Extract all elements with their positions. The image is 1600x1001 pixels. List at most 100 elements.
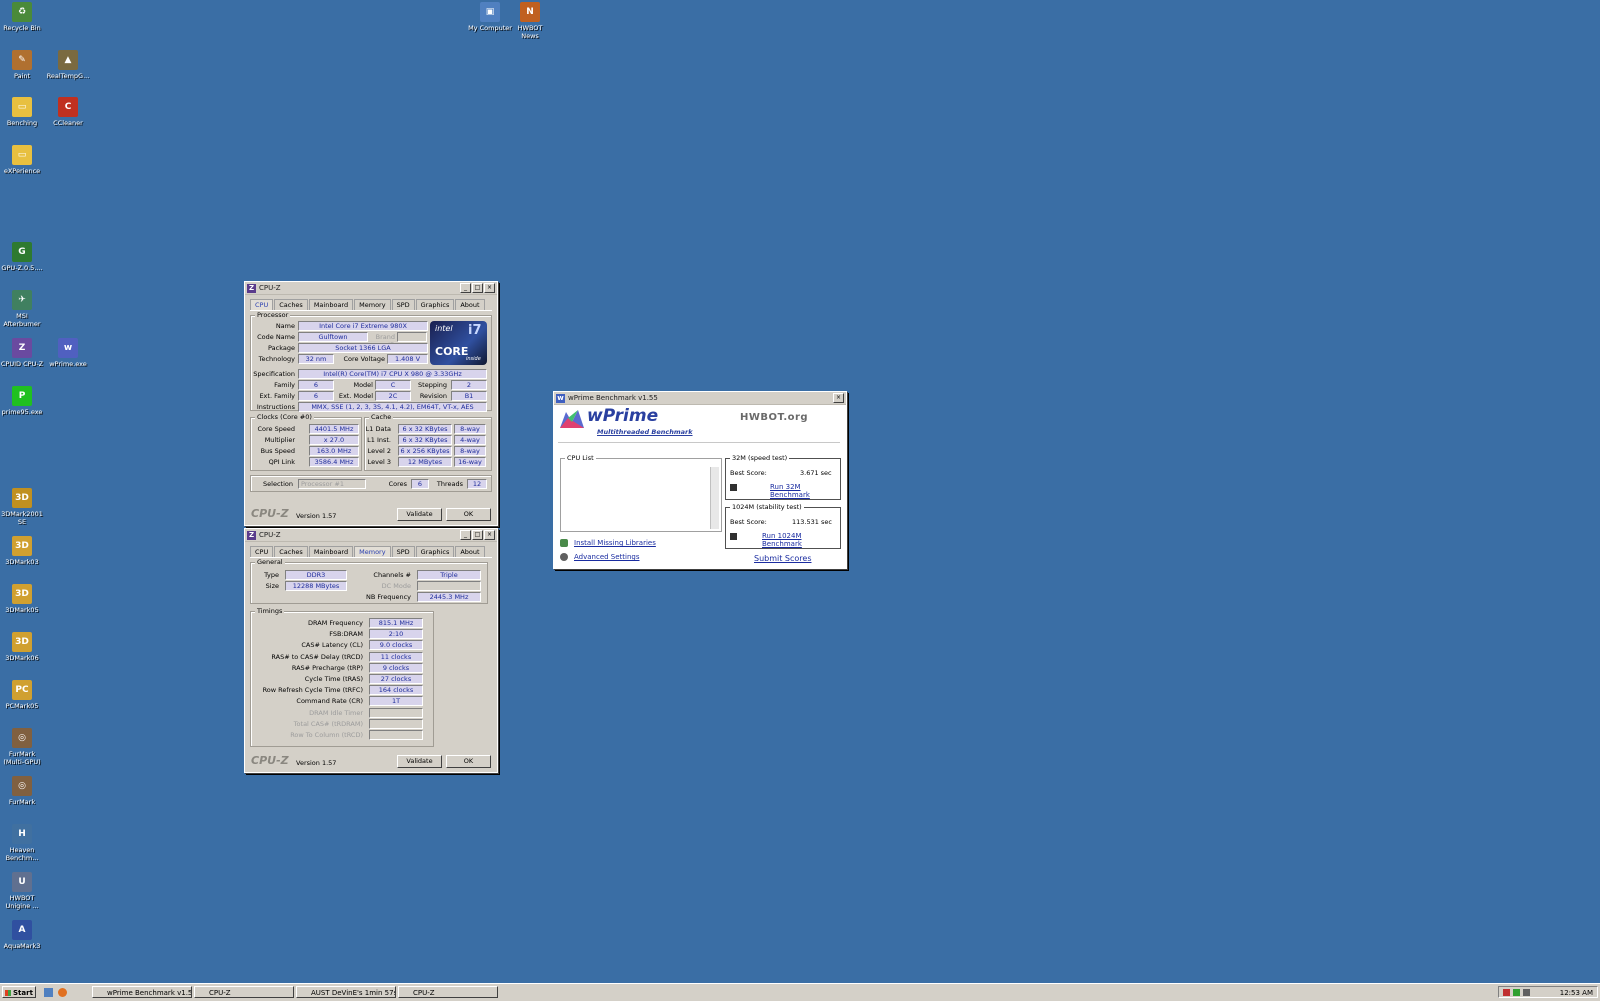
cpu-list-scrollbar[interactable] (710, 467, 719, 529)
timing-label: FSB:DRAM (329, 630, 363, 639)
ext-model-value: 2C (375, 391, 411, 401)
tab-memory[interactable]: Memory (354, 546, 391, 557)
advanced-settings-link[interactable]: Advanced Settings (574, 553, 640, 561)
install-missing-libraries-link[interactable]: Install Missing Libraries (574, 539, 656, 547)
clock[interactable]: 12:53 AM (1560, 989, 1593, 997)
maximize-button[interactable]: □ (472, 530, 483, 540)
title-bar[interactable]: Z CPU-Z _ □ × (245, 529, 497, 542)
desktop-icon[interactable]: ♻ Recycle Bin (0, 2, 44, 32)
validate-button[interactable]: Validate (397, 508, 442, 521)
desktop-icon[interactable]: 3D 3DMark2001 SE (0, 488, 44, 526)
taskbar-task-cpuz[interactable]: CPU-Z (194, 986, 294, 998)
run-32m-link[interactable]: Run 32M Benchmark (770, 483, 840, 499)
technology-value: 32 nm (298, 354, 334, 364)
save-icon[interactable] (730, 484, 737, 491)
desktop-icon[interactable]: w wPrime.exe (46, 338, 90, 368)
tab-mainboard[interactable]: Mainboard (308, 299, 354, 310)
taskbar-task-browser[interactable]: AUST DeVinE's 1min 57se... (296, 986, 396, 998)
save-icon[interactable] (730, 533, 737, 540)
tray-icon[interactable] (1513, 989, 1520, 996)
processor-group: Processor Name Intel Core i7 Extreme 980… (250, 311, 492, 412)
tab-mainboard[interactable]: Mainboard (308, 546, 354, 557)
desktop-icon[interactable]: ▣ My Computer (468, 2, 512, 32)
timing-label: RAS# to CAS# Delay (tRCD) (271, 652, 363, 661)
tab-cpu[interactable]: CPU (250, 299, 274, 310)
firefox-icon[interactable] (58, 988, 67, 997)
gpuz-icon: G (12, 242, 32, 262)
processor-select[interactable]: Processor #1 (298, 479, 366, 489)
start-label: Start (13, 989, 33, 997)
start-button[interactable]: Start (2, 986, 36, 998)
show-desktop-icon[interactable] (44, 988, 53, 997)
stepping-value: 2 (451, 380, 487, 390)
ok-button[interactable]: OK (446, 755, 491, 768)
minimize-button[interactable]: _ (460, 530, 471, 540)
desktop-icon[interactable]: H Heaven Benchm... (0, 824, 44, 862)
desktop-icon[interactable]: ▲ RealTempG... (46, 50, 90, 80)
desktop-icon[interactable]: C CCleaner (46, 97, 90, 127)
desktop-icon-label: 3DMark06 (5, 654, 39, 662)
paint-icon: ✎ (12, 50, 32, 70)
best-score-label: Best Score: (730, 518, 767, 526)
desktop-icon[interactable]: Pprime95.exe (0, 386, 44, 416)
cpu-list-group: CPU List (560, 454, 722, 532)
desktop-icon[interactable]: ◎ FurMark (0, 776, 44, 806)
cpuz-app-icon: Z (247, 283, 256, 293)
hwbot-icon: U (12, 872, 32, 892)
validate-button[interactable]: Validate (397, 755, 442, 768)
desktop-icon[interactable]: A AquaMark3 (0, 920, 44, 950)
desktop-icon[interactable]: U HWBOT Unigine ... (0, 872, 44, 910)
desktop-icon[interactable]: G GPU-Z.0.5.... (0, 242, 44, 272)
run-1024m-link[interactable]: Run 1024M Benchmark (762, 532, 840, 548)
label: L1 Data (365, 425, 391, 433)
desktop-icon[interactable]: 3D 3DMark03 (0, 536, 44, 566)
desktop-icon[interactable]: ✈ MSI Afterburner (0, 290, 44, 328)
taskbar-task-wprime[interactable]: wPrime Benchmark v1.55 (92, 986, 192, 998)
submit-scores-link[interactable]: Submit Scores (754, 554, 812, 563)
tab-cpu[interactable]: CPU (250, 546, 274, 557)
desktop-icon[interactable]: PC PCMark05 (0, 680, 44, 710)
desktop-icon-label: RealTempG... (46, 72, 90, 80)
ok-button[interactable]: OK (446, 508, 491, 521)
wprime-window: w wPrime Benchmark v1.55 × wPrime Multit… (553, 391, 847, 569)
timing-value: 27 clocks (369, 674, 423, 684)
close-button[interactable]: × (484, 283, 495, 293)
tab-about[interactable]: About (455, 299, 485, 310)
desktop-icon[interactable]: ✎ Paint (0, 50, 44, 80)
desktop-icon[interactable]: ▭ eXPerience (0, 145, 44, 175)
tab-about[interactable]: About (455, 546, 485, 557)
desktop-icon-label: prime95.exe (1, 408, 43, 416)
tab-caches[interactable]: Caches (274, 546, 308, 557)
tab-graphics[interactable]: Graphics (415, 299, 455, 310)
hwbot-logo: HWBOT.org (740, 412, 809, 423)
title-bar[interactable]: w wPrime Benchmark v1.55 × (554, 392, 846, 405)
close-button[interactable]: × (484, 530, 495, 540)
minimize-button[interactable]: _ (460, 283, 471, 293)
desktop-icon[interactable]: 3D 3DMark05 (0, 584, 44, 614)
desktop-icon[interactable]: 3D 3DMark06 (0, 632, 44, 662)
general-group: General Type DDR3 Size 12288 MBytes Chan… (250, 558, 488, 604)
maximize-button[interactable]: □ (472, 283, 483, 293)
3dmark-icon: 3D (12, 632, 32, 652)
cpuz-logo: CPU-Z (251, 507, 289, 520)
desktop-icon[interactable]: ▭ Benching (0, 97, 44, 127)
tray-icon[interactable] (1503, 989, 1510, 996)
close-button[interactable]: × (833, 393, 844, 403)
cpuz-app-icon: Z (247, 530, 256, 540)
label: Model (353, 381, 373, 389)
desktop-icon-label: HWBOT News (517, 24, 543, 40)
taskbar-task-cpuz-2[interactable]: CPU-Z (398, 986, 498, 998)
logo-text: i7 (468, 323, 482, 338)
tab-graphics[interactable]: Graphics (415, 546, 455, 557)
install-libraries-icon (560, 539, 568, 547)
tab-memory[interactable]: Memory (354, 299, 391, 310)
title-bar[interactable]: Z CPU-Z _ □ × (245, 282, 497, 295)
tab-spd[interactable]: SPD (391, 299, 415, 310)
label: Multiplier (264, 436, 295, 444)
tab-spd[interactable]: SPD (391, 546, 415, 557)
tab-caches[interactable]: Caches (274, 299, 308, 310)
desktop-icon[interactable]: ◎ FurMark (Multi-GPU) (0, 728, 44, 766)
desktop-icon[interactable]: N HWBOT News (508, 2, 552, 40)
volume-icon[interactable] (1523, 989, 1530, 996)
desktop-icon[interactable]: Z CPUID CPU-Z (0, 338, 44, 368)
